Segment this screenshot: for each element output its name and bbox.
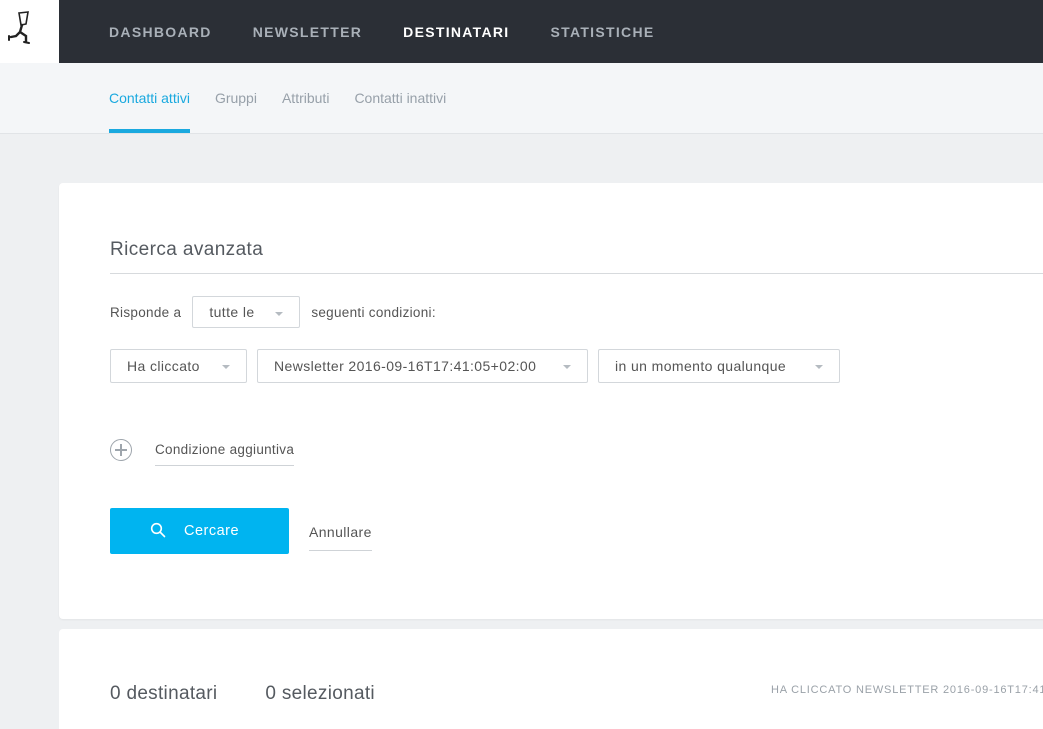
sub-navigation: Contatti attivi Gruppi Attributi Contatt…: [0, 63, 1043, 134]
caret-down-icon: [815, 365, 823, 369]
nav-item-destinatari[interactable]: DESTINATARI: [403, 24, 509, 40]
plus-circle-icon[interactable]: [110, 439, 132, 461]
condition-time-value: in un momento qualunque: [615, 358, 787, 374]
selected-count: 0 selezionati: [265, 683, 375, 704]
match-prefix-label: Risponde a: [110, 304, 182, 320]
match-select[interactable]: tutte le: [192, 296, 301, 328]
results-card: 0 destinatari 0 selezionati HA CLICCATO N…: [59, 629, 1043, 729]
top-navigation-bar: DASHBOARD NEWSLETTER DESTINATARI STATIST…: [0, 0, 1043, 63]
match-row: Risponde a tutte le seguenti condizioni:: [110, 295, 436, 329]
tab-attributi[interactable]: Attributi: [282, 63, 329, 133]
match-select-value: tutte le: [209, 304, 255, 320]
section-title: Ricerca avanzata: [110, 239, 264, 260]
filter-summary: HA CLICCATO NEWSLETTER 2016-09-16T17:41:…: [771, 684, 1043, 696]
nav-item-newsletter[interactable]: NEWSLETTER: [253, 24, 362, 40]
caret-down-icon: [275, 312, 284, 316]
logo[interactable]: [0, 0, 59, 63]
condition-newsletter-select[interactable]: Newsletter 2016-09-16T17:41:05+02:00: [257, 349, 588, 383]
divider: [110, 273, 1043, 274]
tab-gruppi[interactable]: Gruppi: [215, 63, 257, 133]
tab-contatti-attivi[interactable]: Contatti attivi: [109, 63, 190, 133]
condition-time-select[interactable]: in un momento qualunque: [598, 349, 840, 383]
nav-item-statistiche[interactable]: STATISTICHE: [551, 24, 655, 40]
search-icon: [150, 522, 166, 538]
runner-logo-icon: [8, 11, 30, 44]
condition-field-value: Ha cliccato: [127, 358, 200, 374]
condition-newsletter-value: Newsletter 2016-09-16T17:41:05+02:00: [274, 358, 537, 374]
results-counts: 0 destinatari 0 selezionati: [110, 683, 375, 705]
caret-down-icon: [563, 365, 571, 369]
search-button-label: Cercare: [184, 523, 240, 539]
match-suffix-label: seguenti condizioni:: [311, 304, 436, 320]
cancel-link[interactable]: Annullare: [309, 524, 372, 551]
main-nav: DASHBOARD NEWSLETTER DESTINATARI STATIST…: [109, 0, 696, 63]
tab-contatti-inattivi[interactable]: Contatti inattivi: [354, 63, 446, 133]
nav-item-dashboard[interactable]: DASHBOARD: [109, 24, 212, 40]
condition-field-select[interactable]: Ha cliccato: [110, 349, 247, 383]
search-button[interactable]: Cercare: [110, 508, 289, 554]
recipients-count: 0 destinatari: [110, 683, 218, 704]
advanced-search-card: Ricerca avanzata Risponde a tutte le seg…: [59, 183, 1043, 619]
add-condition-link[interactable]: Condizione aggiuntiva: [155, 442, 295, 466]
caret-down-icon: [222, 365, 230, 369]
